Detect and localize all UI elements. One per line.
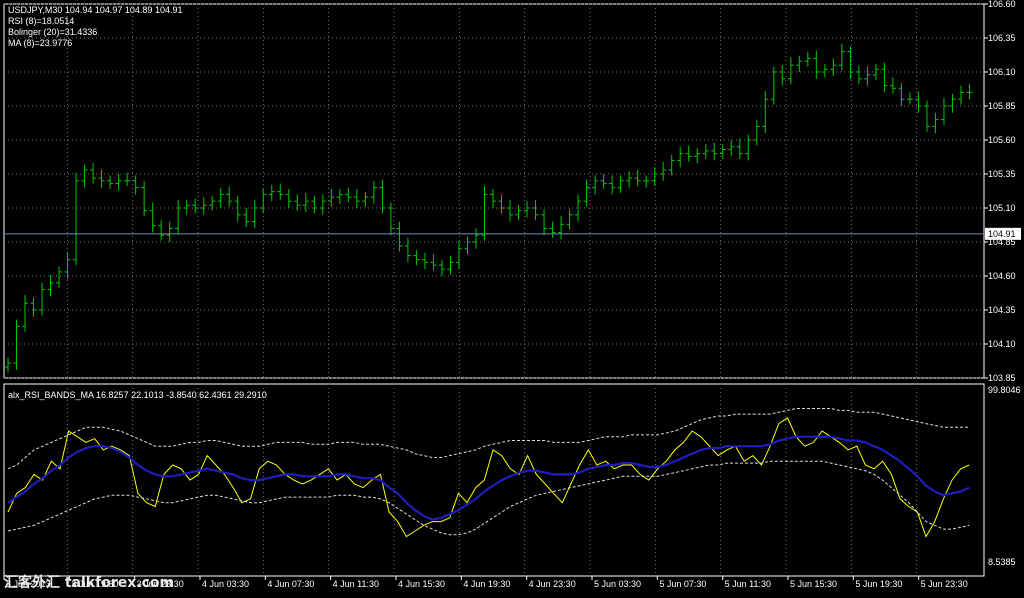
time-axis-label: 4 Jun 19:30 [463, 579, 510, 589]
time-axis-label: 5 Jun 19:30 [855, 579, 902, 589]
price-axis-label: 104.35 [988, 305, 1016, 315]
symbol-line: USDJPY,M30 104.94 104.97 104.89 104.91 [8, 5, 183, 15]
price-axis-label: 104.10 [988, 339, 1016, 349]
time-axis-label: 4 Jun 11:30 [333, 579, 379, 589]
price-axis-label: 106.10 [988, 67, 1016, 77]
price-axis-label: 104.60 [988, 271, 1016, 281]
time-axis-label: 5 Jun 15:30 [790, 579, 837, 589]
current-price-label: 104.91 [988, 229, 1016, 239]
ma-readout: MA (8)=23.9776 [8, 38, 73, 48]
price-panel-frame [3, 3, 985, 379]
chart-canvas[interactable]: 3 Jun 2013 3 Jun 19:30 3 Jun 23:30 4 Jun 03… [0, 0, 1024, 594]
indicator-header: alx_RSI_BANDS_MA 16.8257 22.1013 -3.8540… [8, 390, 267, 400]
time-axis-label: 4 Jun 23:30 [529, 579, 576, 589]
price-axis-label: 106.35 [988, 33, 1016, 43]
rsi-ma-line [7, 435, 970, 521]
price-axis-label: 105.10 [988, 203, 1016, 213]
time-axis-label: 5 Jun 11:30 [725, 579, 771, 589]
time-axis-label: 5 Jun 23:30 [921, 579, 968, 589]
watermark-logo: 汇客外汇 talkforex.com [4, 575, 175, 591]
bollinger-readout: Bolinger (20)=31.4336 [8, 27, 98, 37]
time-axis-label: 4 Jun 15:30 [398, 579, 445, 589]
rsi-readout: RSI (8)=18.0514 [8, 16, 75, 26]
price-axis-label: 105.35 [988, 169, 1016, 179]
upper-band-line [7, 408, 970, 470]
time-axis-label: 5 Jun 07:30 [659, 579, 706, 589]
indicator-axis-label: 8.5385 [988, 557, 1016, 567]
indicator-axis-label: 99.8046 [988, 385, 1021, 395]
price-axis-label: 105.60 [988, 135, 1016, 145]
time-axis-label: 5 Jun 03:30 [594, 579, 641, 589]
chart-window[interactable]: 3 Jun 2013 3 Jun 19:30 3 Jun 23:30 4 Jun 03… [0, 0, 1024, 594]
price-axis-label: 105.85 [988, 101, 1016, 111]
price-axis-label: 103.85 [988, 373, 1016, 383]
price-axis-label: 106.60 [988, 0, 1016, 9]
time-axis-label: 4 Jun 07:30 [267, 579, 314, 589]
indicator-panel-frame [3, 383, 985, 577]
time-axis-label: 4 Jun 03:30 [202, 579, 249, 589]
symbol-info: USDJPY,M30 104.94 104.97 104.89 104.91 R… [8, 5, 182, 49]
